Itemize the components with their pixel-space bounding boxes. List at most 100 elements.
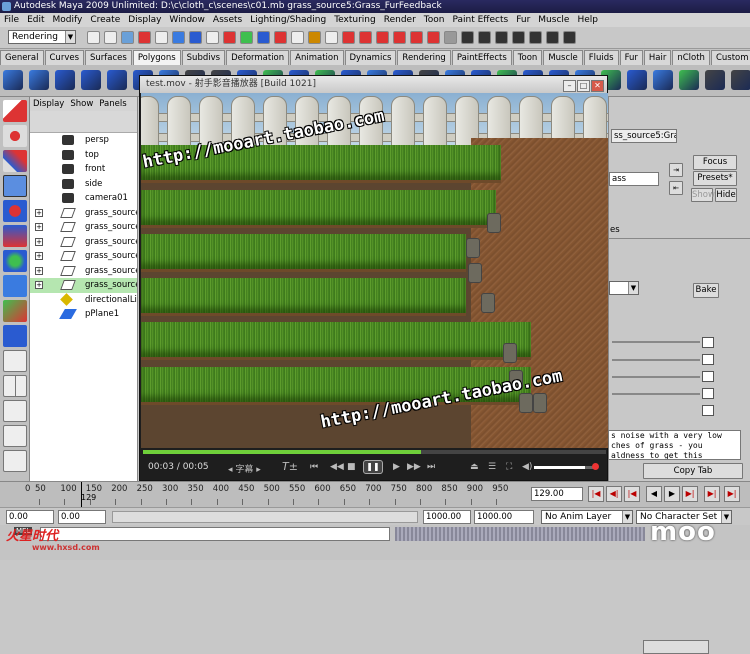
playback-start-field[interactable]: 0.00 <box>58 510 106 524</box>
status-tool-icon[interactable] <box>410 31 423 44</box>
video-frame[interactable]: http://mooart.taobao.com http://mooart.ta… <box>141 93 608 448</box>
outliner-menu-show[interactable]: Show <box>67 97 96 111</box>
rewind-icon[interactable]: ◀◀ <box>330 462 344 472</box>
select-tool-icon[interactable] <box>3 100 27 122</box>
menu-item-modify[interactable]: Modify <box>49 13 87 27</box>
step-back-key-icon[interactable]: ◀| <box>606 486 622 502</box>
step-forward-icon[interactable]: ▶ <box>393 462 400 472</box>
status-tool-icon[interactable] <box>512 31 525 44</box>
status-tool-icon[interactable] <box>342 31 355 44</box>
expand-icon[interactable]: + <box>35 237 43 246</box>
menu-item-assets[interactable]: Assets <box>209 13 246 27</box>
attr-slider-4[interactable] <box>612 393 700 395</box>
status-tool-icon[interactable] <box>444 31 457 44</box>
volume-knob[interactable] <box>592 463 599 470</box>
focus-button[interactable]: Focus <box>693 155 737 170</box>
attr-dropdown[interactable]: ▼ <box>609 281 639 295</box>
outliner-item[interactable]: + grass_source <box>30 206 137 221</box>
status-tool-icon[interactable] <box>223 31 236 44</box>
presets-button[interactable]: Presets* <box>693 171 737 186</box>
outliner-item[interactable]: camera01 <box>30 191 137 206</box>
expand-icon[interactable]: + <box>35 252 43 260</box>
status-tool-icon[interactable] <box>427 31 440 44</box>
status-tool-icon[interactable] <box>138 31 151 44</box>
minimize-icon[interactable]: – <box>563 80 576 92</box>
shelf-tab-animation[interactable]: Animation <box>290 50 344 65</box>
menu-item-edit[interactable]: Edit <box>23 13 48 27</box>
subtitle-button[interactable]: ◂ 字幕 ▸ <box>228 462 261 475</box>
time-ruler[interactable]: 50 100 150 200 250 300 350 400 450 500 550 600 650 70… <box>25 482 525 508</box>
menu-item-muscle[interactable]: Muscle <box>534 13 573 27</box>
go-to-end-icon[interactable]: ▶| <box>724 486 740 502</box>
close-icon[interactable]: ✕ <box>591 80 604 92</box>
soft-mod-tool-icon[interactable] <box>3 275 27 297</box>
text-button[interactable]: T± <box>282 460 298 473</box>
outliner-item[interactable]: + grass_source <box>30 264 137 279</box>
expand-icon[interactable]: + <box>35 208 43 217</box>
status-tool-icon[interactable] <box>325 31 338 44</box>
shelf-tab-toon[interactable]: Toon <box>512 50 543 65</box>
time-slider[interactable]: 50 100 150 200 250 300 350 400 450 500 550 600 650 70… <box>0 481 750 508</box>
shelf-tab-fluids[interactable]: Fluids <box>583 50 619 65</box>
outliner-item[interactable]: + grass_source <box>30 278 137 293</box>
polygon-tool-icon[interactable] <box>107 70 127 90</box>
status-tool-icon[interactable] <box>274 31 287 44</box>
play-forward-icon[interactable]: ▶ <box>664 486 680 502</box>
shelf-tab-surfaces[interactable]: Surfaces <box>85 50 132 65</box>
layout-persp-outliner-icon[interactable] <box>3 400 27 422</box>
status-tool-icon[interactable] <box>172 31 185 44</box>
eject-icon[interactable]: ⏏ <box>470 462 479 472</box>
status-tool-icon[interactable] <box>291 31 304 44</box>
go-to-start-icon[interactable]: |◀ <box>588 486 604 502</box>
status-tool-icon[interactable] <box>308 31 321 44</box>
polygon-tool-icon[interactable] <box>731 70 750 90</box>
lasso-tool-icon[interactable] <box>3 125 27 147</box>
menu-item-display[interactable]: Display <box>124 13 165 27</box>
copy-tab-button[interactable]: Copy Tab <box>643 463 743 479</box>
menu-item-create[interactable]: Create <box>86 13 124 27</box>
layout-graph-icon[interactable] <box>3 425 27 447</box>
volume-icon[interactable]: ◀) <box>522 462 532 472</box>
outliner-item[interactable]: front <box>30 162 137 177</box>
menu-item-texturing[interactable]: Texturing <box>330 13 380 27</box>
menu-item-fur[interactable]: Fur <box>512 13 534 27</box>
anim-layer-dropdown[interactable]: No Anim Layer ▼ <box>541 510 633 524</box>
shelf-tab-fur[interactable]: Fur <box>619 50 643 65</box>
goto-output-icon[interactable]: ⇤ <box>669 181 683 195</box>
play-backward-icon[interactable]: ◀ <box>646 486 662 502</box>
polygon-tool-icon[interactable] <box>705 70 725 90</box>
node-tab[interactable]: ss_source5:Grass <box>611 129 677 143</box>
shelf-tab-curves[interactable]: Curves <box>44 50 85 65</box>
stop-icon[interactable]: ■ <box>347 462 356 472</box>
status-tool-icon[interactable] <box>478 31 491 44</box>
layout-single-icon[interactable] <box>3 350 27 372</box>
polygon-tool-icon[interactable] <box>55 70 75 90</box>
fullscreen-icon[interactable]: ⛶ <box>506 462 512 472</box>
menu-item-lightingshading[interactable]: Lighting/Shading <box>246 13 330 27</box>
move-tool-icon[interactable] <box>3 175 27 197</box>
polygon-tool-icon[interactable] <box>679 70 699 90</box>
notes-field[interactable]: s noise with a very low ches of grass - … <box>608 430 741 460</box>
outliner-menu-panels[interactable]: Panels <box>96 97 129 111</box>
status-tool-icon[interactable] <box>529 31 542 44</box>
shelf-tab-deformation[interactable]: Deformation <box>226 50 290 65</box>
step-forward-frame-icon[interactable]: ▶| <box>682 486 698 502</box>
outliner-item[interactable]: side <box>30 177 137 192</box>
outliner-item[interactable]: top <box>30 148 137 163</box>
menu-item-painteffects[interactable]: Paint Effects <box>448 13 512 27</box>
anim-start-field[interactable]: 0.00 <box>6 510 54 524</box>
map-button-icon[interactable] <box>702 388 714 399</box>
scale-tool-icon[interactable] <box>3 225 27 247</box>
pause-button[interactable]: ❚❚ <box>363 460 383 474</box>
node-name-field[interactable]: ass <box>609 172 659 186</box>
status-tool-icon[interactable] <box>546 31 559 44</box>
shelf-tab-painteffects[interactable]: PaintEffects <box>451 50 512 65</box>
shelf-tab-ncloth[interactable]: nCloth <box>672 50 710 65</box>
outliner-item[interactable]: persp <box>30 133 137 148</box>
layout-hypershade-icon[interactable] <box>3 450 27 472</box>
status-tool-icon[interactable] <box>393 31 406 44</box>
status-tool-icon[interactable] <box>461 31 474 44</box>
map-button-icon[interactable] <box>702 405 714 416</box>
volume-slider[interactable] <box>534 466 594 469</box>
shelf-tab-rendering[interactable]: Rendering <box>397 50 451 65</box>
